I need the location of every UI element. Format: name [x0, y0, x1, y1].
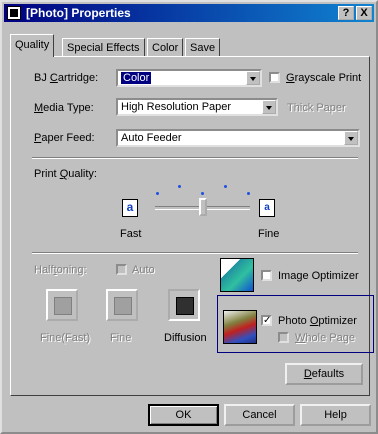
tab-special-effects[interactable]: Special Effects: [62, 38, 145, 57]
print-quality-label: Print Quality:: [34, 168, 97, 180]
auto-label: Auto: [132, 264, 155, 276]
fine-button[interactable]: [106, 289, 138, 321]
auto-checkbox[interactable]: [116, 264, 127, 275]
fine-label: Fine: [258, 228, 280, 240]
diffusion-label: Diffusion: [164, 332, 207, 344]
ok-button[interactable]: OK: [148, 404, 219, 426]
slider-tick: [178, 185, 181, 188]
help-title-button[interactable]: ?: [338, 6, 354, 20]
slider-tick: [201, 192, 204, 195]
printer-icon: [7, 6, 21, 20]
media-type-label: Media Type:: [34, 102, 94, 114]
photo-optimizer-label[interactable]: Photo Optimizer: [278, 315, 357, 327]
close-button[interactable]: X: [356, 6, 372, 20]
fast-quality-icon: a: [122, 199, 138, 217]
divider: [32, 252, 358, 254]
quality-slider-thumb[interactable]: [199, 198, 207, 216]
grayscale-label[interactable]: Grayscale Print: [286, 72, 361, 84]
whole-page-checkbox[interactable]: [278, 332, 289, 343]
fine-fast-label: Fine(Fast): [40, 332, 91, 344]
whole-page-label: Whole Page: [295, 332, 355, 344]
slider-tick: [156, 192, 159, 195]
bj-cartridge-select[interactable]: Color: [116, 69, 262, 87]
halftone-cube-icon: [114, 297, 132, 315]
fine-quality-icon: a: [259, 199, 275, 217]
chevron-down-icon[interactable]: [344, 131, 358, 145]
grayscale-checkbox[interactable]: [269, 72, 280, 83]
diffusion-button[interactable]: [168, 289, 200, 321]
halftone-cube-icon: [176, 297, 194, 315]
halftone-cube-icon: [54, 297, 72, 315]
tab-color[interactable]: Color: [147, 38, 184, 57]
tab-save[interactable]: Save: [185, 38, 221, 57]
thick-paper-label: Thick Paper: [287, 102, 346, 114]
window-title: [Photo] Properties: [26, 6, 131, 20]
photo-optimizer-checkbox[interactable]: ✓: [261, 315, 272, 326]
fine-fast-button[interactable]: [46, 289, 78, 321]
image-optimizer-checkbox[interactable]: [261, 270, 272, 281]
help-button[interactable]: Help: [300, 404, 371, 426]
paper-feed-select[interactable]: Auto Feeder: [116, 129, 360, 147]
photo-optimizer-icon: [223, 310, 257, 344]
image-optimizer-label[interactable]: Image Optimizer: [278, 270, 359, 282]
slider-tick: [224, 185, 227, 188]
tab-quality[interactable]: Quality: [10, 34, 55, 57]
image-optimizer-icon: [220, 258, 254, 292]
title-bar[interactable]: [Photo] Properties ? X: [4, 4, 374, 22]
cancel-button[interactable]: Cancel: [224, 404, 295, 426]
divider: [32, 157, 358, 159]
properties-window: [Photo] Properties ? X Quality Special E…: [0, 0, 378, 434]
defaults-button[interactable]: Defaults: [285, 363, 363, 385]
fine-label-halftone: Fine: [110, 332, 132, 344]
chevron-down-icon[interactable]: [262, 100, 276, 114]
fast-label: Fast: [120, 228, 142, 240]
paper-feed-label: Paper Feed:: [34, 132, 95, 144]
chevron-down-icon[interactable]: [246, 71, 260, 85]
media-type-select[interactable]: High Resolution Paper: [116, 98, 278, 116]
halftoning-label: Halftoning:: [34, 264, 87, 276]
bj-cartridge-label: BJ Cartridge:: [34, 72, 99, 84]
slider-tick: [247, 192, 250, 195]
